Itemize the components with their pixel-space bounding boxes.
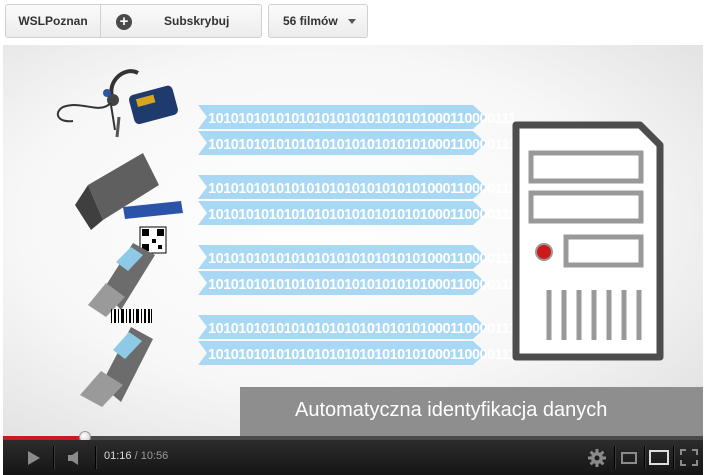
binary-stream-text: 1010101010101010101010101010100011000011… xyxy=(208,207,516,223)
binary-stream-text: 1010101010101010101010101010100011000011… xyxy=(208,277,516,293)
handheld-scanner-barcode-image xyxy=(80,309,153,407)
plus-circle-icon: + xyxy=(116,14,132,30)
channel-header: WSLPoznan + Subskrybuj 56 filmów xyxy=(0,0,706,44)
headset-device-image xyxy=(56,69,178,138)
duration: 10:56 xyxy=(140,450,169,462)
handheld-scanner-qr-image xyxy=(88,226,167,317)
data-stream-graphics: 1010101010101010101010101010100011000011… xyxy=(56,69,664,407)
subscribe-label: Subskrybuj xyxy=(164,14,230,28)
video-count-label: 56 filmów xyxy=(283,14,338,28)
binary-stream-text: 1010101010101010101010101010100011000011… xyxy=(208,321,516,337)
caret-down-icon xyxy=(347,18,356,24)
volume-icon[interactable] xyxy=(67,450,85,466)
video-frame[interactable]: 1010101010101010101010101010100011000011… xyxy=(3,45,703,437)
binary-stream-text: 1010101010101010101010101010100011000011… xyxy=(208,111,516,127)
divider xyxy=(53,446,55,469)
time-display: 01:16 / 10:56 xyxy=(104,450,168,462)
binary-stream-text: 1010101010101010101010101010100011000011… xyxy=(208,347,516,363)
small-player-icon[interactable] xyxy=(621,452,637,464)
divider xyxy=(673,446,675,469)
channel-name-button[interactable]: WSLPoznan xyxy=(5,4,101,38)
server-icon xyxy=(512,121,664,361)
large-player-icon[interactable] xyxy=(649,450,669,465)
player-controls: 01:16 / 10:56 xyxy=(3,440,703,475)
binary-stream-text: 1010101010101010101010101010100011000011… xyxy=(208,181,516,197)
play-icon[interactable] xyxy=(27,450,41,466)
settings-icon[interactable] xyxy=(587,448,607,468)
rfid-reader-image xyxy=(75,153,183,230)
video-player[interactable]: 1010101010101010101010101010100011000011… xyxy=(3,45,703,475)
divider xyxy=(644,446,646,469)
video-count-dropdown[interactable]: 56 filmów xyxy=(268,4,368,38)
divider xyxy=(614,446,616,469)
channel-name: WSLPoznan xyxy=(18,14,88,28)
divider xyxy=(95,446,97,469)
subscribe-button[interactable]: + Subskrybuj xyxy=(100,4,262,38)
fullscreen-icon[interactable] xyxy=(680,449,698,466)
time-separator: / xyxy=(134,450,138,462)
binary-stream-text: 1010101010101010101010101010100011000011… xyxy=(208,137,516,153)
caption-banner: Automatyczna identyfikacja danych xyxy=(240,387,703,437)
binary-stream-text: 1010101010101010101010101010100011000011… xyxy=(208,251,516,267)
current-time: 01:16 xyxy=(104,450,132,462)
video-caption: Automatyczna identyfikacja danych xyxy=(295,399,608,421)
